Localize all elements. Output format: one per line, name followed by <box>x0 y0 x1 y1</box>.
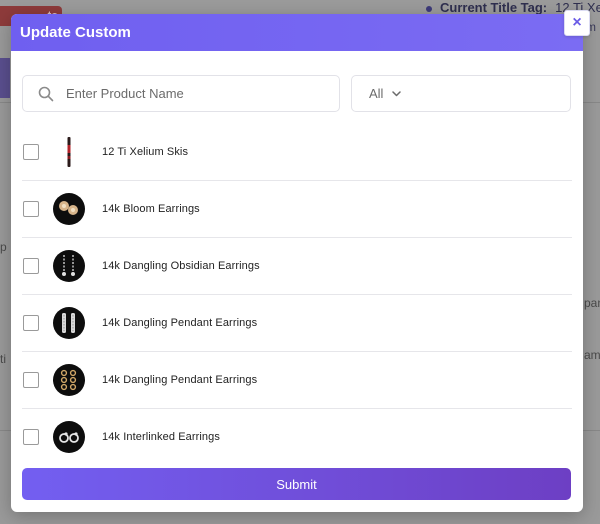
product-checkbox[interactable] <box>23 258 39 274</box>
modal-title: Update Custom <box>20 24 131 41</box>
filter-select[interactable]: All <box>351 75 571 112</box>
list-item[interactable]: 14k Interlinked Earrings <box>22 409 572 461</box>
list-item[interactable]: 14k Dangling Pendant Earrings <box>22 352 572 409</box>
background-fragment: ti <box>0 352 6 366</box>
list-item[interactable]: 14k Dangling Obsidian Earrings <box>22 238 572 295</box>
product-search-input[interactable] <box>64 85 308 102</box>
update-custom-modal: Update Custom All <box>11 14 583 512</box>
search-icon <box>38 86 54 102</box>
chevron-down-icon <box>392 90 402 97</box>
product-checkbox[interactable] <box>23 429 39 445</box>
product-list[interactable]: 12 Ti Xelium Skis 14k Bloom Earrings 14k… <box>22 124 572 461</box>
pendant-earrings-gold-thumbnail <box>53 364 85 396</box>
list-item[interactable]: 14k Bloom Earrings <box>22 181 572 238</box>
background-fragment: am <box>584 348 600 362</box>
filter-selected-value: All <box>369 86 384 101</box>
product-checkbox[interactable] <box>23 372 39 388</box>
submit-button[interactable]: Submit <box>22 468 571 500</box>
product-name: 14k Dangling Pendant Earrings <box>102 374 258 386</box>
pendant-earrings-thumbnail <box>53 307 85 339</box>
modal-header: Update Custom <box>11 14 583 51</box>
interlinked-earrings-thumbnail <box>53 421 85 453</box>
product-checkbox[interactable] <box>23 315 39 331</box>
bullet-icon <box>426 5 432 12</box>
product-name: 12 Ti Xelium Skis <box>102 146 189 158</box>
obsidian-earrings-thumbnail <box>53 250 85 282</box>
list-item[interactable]: 14k Dangling Pendant Earrings <box>22 295 572 352</box>
bloom-earrings-thumbnail <box>53 193 85 225</box>
title-tag-label: Current Title Tag: <box>440 0 548 15</box>
product-checkbox[interactable] <box>23 201 39 217</box>
product-name: 14k Interlinked Earrings <box>102 431 220 443</box>
background-sidebar-block <box>0 58 10 98</box>
product-search-box[interactable] <box>22 75 340 112</box>
background-fragment: p <box>0 240 7 254</box>
product-checkbox[interactable] <box>23 144 39 160</box>
background-fragment: pan <box>584 296 600 310</box>
ski-thumbnail <box>53 136 85 168</box>
product-name: 14k Dangling Pendant Earrings <box>102 317 258 329</box>
list-item[interactable]: 12 Ti Xelium Skis <box>22 124 572 181</box>
product-name: 14k Dangling Obsidian Earrings <box>102 260 260 272</box>
product-name: 14k Bloom Earrings <box>102 203 200 215</box>
close-icon[interactable]: × <box>564 10 590 36</box>
